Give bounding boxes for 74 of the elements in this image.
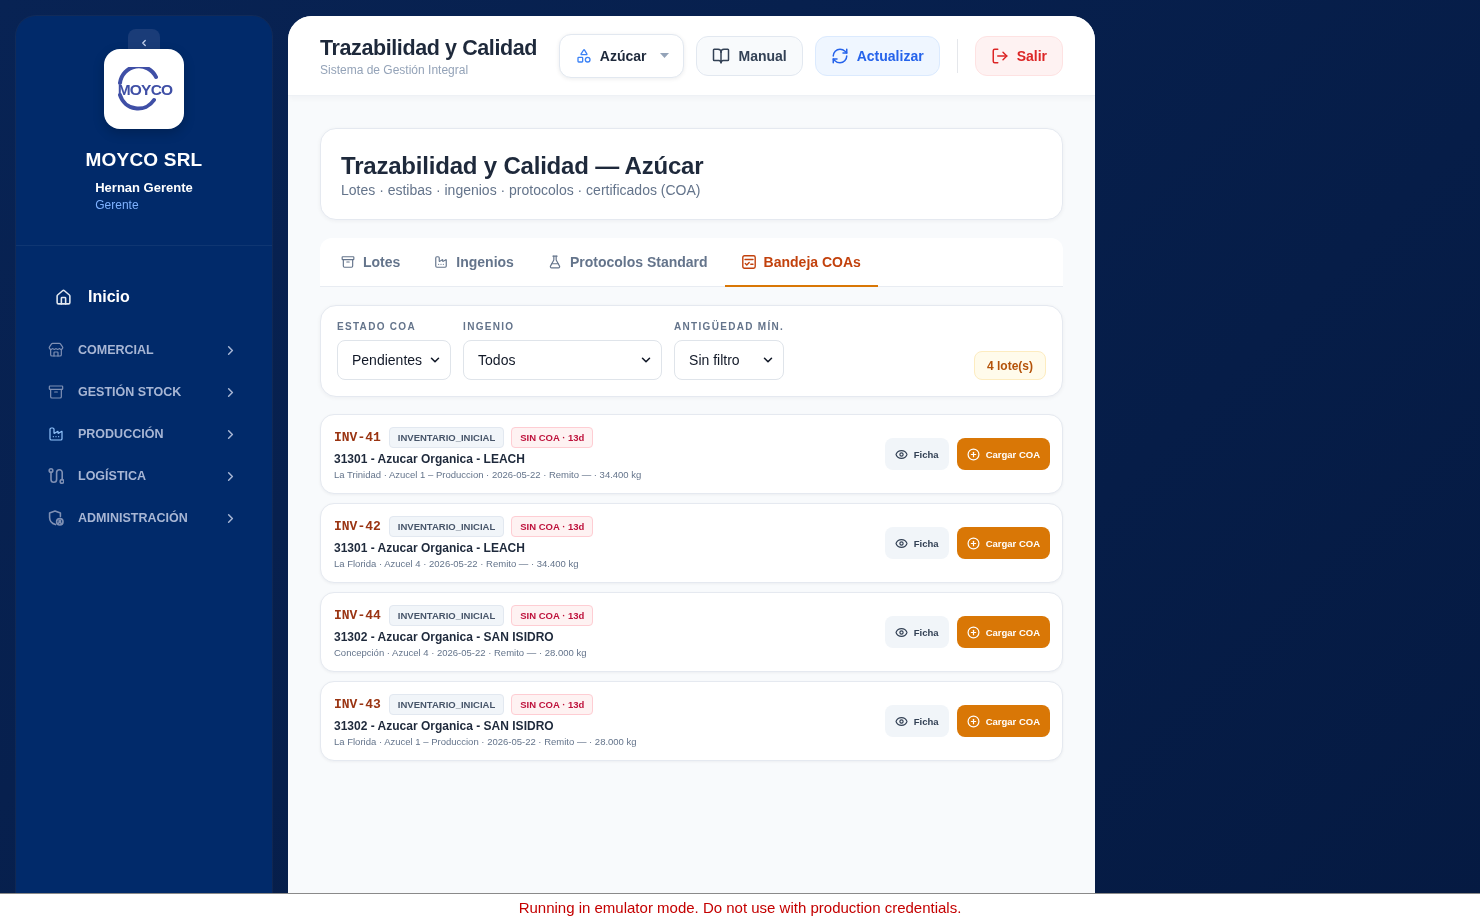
status-tag: SIN COA · 13d bbox=[511, 427, 594, 448]
eye-icon bbox=[894, 625, 908, 639]
eye-icon bbox=[894, 447, 908, 461]
nav-group[interactable]: LOGÍSTICA bbox=[16, 455, 272, 497]
origin-tag: INVENTARIO_INICIAL bbox=[388, 427, 505, 448]
tab[interactable]: Protocolos Standard bbox=[530, 238, 725, 287]
nav-item[interactable]: Inicio bbox=[16, 276, 272, 318]
lot-details: La Florida · Azucel 1 – Produccion · 2026-05-22 · Remito — · 28.000 kg bbox=[334, 736, 637, 748]
lot-code: INV-44 bbox=[334, 608, 381, 623]
view-button[interactable]: Ficha bbox=[884, 616, 949, 648]
status-tag: SIN COA · 13d bbox=[511, 605, 594, 626]
collapse-button[interactable] bbox=[128, 29, 160, 49]
filter-label: INGENIO bbox=[463, 321, 516, 332]
select-field[interactable]: Todos bbox=[463, 340, 663, 380]
nav-group[interactable]: PRODUCCIÓN bbox=[16, 413, 272, 455]
plus-circle-icon bbox=[966, 536, 980, 550]
logout-icon bbox=[990, 46, 1009, 65]
nav-group[interactable]: ADMINISTRACIÓN bbox=[16, 497, 272, 539]
tab[interactable]: Ingenios bbox=[417, 238, 531, 287]
lot-details: Concepción · Azucel 4 · 2026-05-22 · Remito — · 28.000 kg bbox=[334, 647, 587, 659]
company-logo: MOYCO bbox=[104, 49, 184, 129]
filter-label: ESTADO COA bbox=[337, 321, 417, 332]
plus-circle-icon bbox=[966, 447, 980, 461]
logout-button[interactable]: Salir bbox=[974, 35, 1063, 76]
select-field[interactable]: Pendientes bbox=[337, 340, 452, 380]
tab[interactable]: Bandeja COAs bbox=[724, 238, 878, 287]
count-badge: 4 lote(s) bbox=[974, 351, 1046, 380]
view-button[interactable]: Ficha bbox=[884, 527, 949, 559]
caret-icon bbox=[660, 53, 670, 58]
lot-code: INV-43 bbox=[334, 697, 381, 712]
status-tag: SIN COA · 13d bbox=[511, 516, 594, 537]
lot-code: INV-41 bbox=[334, 430, 381, 445]
app-subtitle: Sistema de Gestión Integral bbox=[320, 62, 470, 77]
page-subtitle: Lotes · estibas · ingenios · protocolos · certificados (COA) bbox=[341, 181, 702, 198]
lot-code: INV-42 bbox=[334, 519, 381, 534]
origin-tag: INVENTARIO_INICIAL bbox=[388, 694, 505, 715]
lot-title: 31301 - Azucar Organica - LEACH bbox=[334, 452, 525, 467]
user-role: Gerente bbox=[95, 198, 139, 212]
filter-label: ANTIGÜEDAD MÍN. bbox=[674, 321, 785, 332]
eye-icon bbox=[894, 536, 908, 550]
flask-icon bbox=[547, 254, 562, 269]
refresh-icon bbox=[830, 46, 849, 65]
nav-group[interactable]: GESTIÓN STOCK bbox=[16, 371, 272, 413]
factory-icon bbox=[434, 254, 449, 269]
banner-text: Running in emulator mode. Do not use with production credentials. bbox=[518, 898, 962, 916]
page-title: Trazabilidad y Calidad — Azúcar bbox=[341, 150, 705, 180]
status-tag: SIN COA · 13d bbox=[511, 694, 594, 715]
plus-circle-icon bbox=[966, 714, 980, 728]
select-field[interactable]: Sin filtro bbox=[674, 340, 785, 380]
manual-button[interactable]: Manual bbox=[696, 35, 803, 76]
origin-tag: INVENTARIO_INICIAL bbox=[388, 605, 505, 626]
refresh-button[interactable]: Actualizar bbox=[814, 35, 940, 76]
product-select[interactable]: Azúcar bbox=[558, 33, 685, 78]
checklist-icon bbox=[741, 254, 756, 269]
view-button[interactable]: Ficha bbox=[884, 705, 949, 737]
lot-title: 31302 - Azucar Organica - SAN ISIDRO bbox=[334, 630, 554, 645]
lot-title: 31302 - Azucar Organica - SAN ISIDRO bbox=[334, 719, 554, 734]
book-icon bbox=[712, 46, 731, 65]
nav-group[interactable]: COMERCIAL bbox=[16, 329, 272, 371]
eye-icon bbox=[894, 714, 908, 728]
chevron-left-icon bbox=[139, 38, 149, 48]
archive-icon bbox=[341, 254, 355, 269]
company-name: MOYCO SRL bbox=[85, 149, 203, 171]
plus-circle-icon bbox=[966, 625, 980, 639]
home-icon bbox=[55, 288, 72, 306]
origin-tag: INVENTARIO_INICIAL bbox=[388, 516, 505, 537]
lot-details: La Trinidad · Azucel 1 – Produccion · 2026-05-22 · Remito — · 34.400 kg bbox=[334, 469, 642, 481]
app-title: Trazabilidad y Calidad bbox=[320, 34, 538, 62]
user-name: Hernan Gerente bbox=[95, 180, 193, 195]
tab[interactable]: Lotes bbox=[324, 238, 418, 287]
shapes-icon bbox=[575, 47, 592, 64]
lot-details: La Florida · Azucel 4 · 2026-05-22 · Remito — · 34.400 kg bbox=[334, 558, 579, 570]
lot-title: 31301 - Azucar Organica - LEACH bbox=[334, 541, 525, 556]
view-button[interactable]: Ficha bbox=[884, 438, 949, 470]
